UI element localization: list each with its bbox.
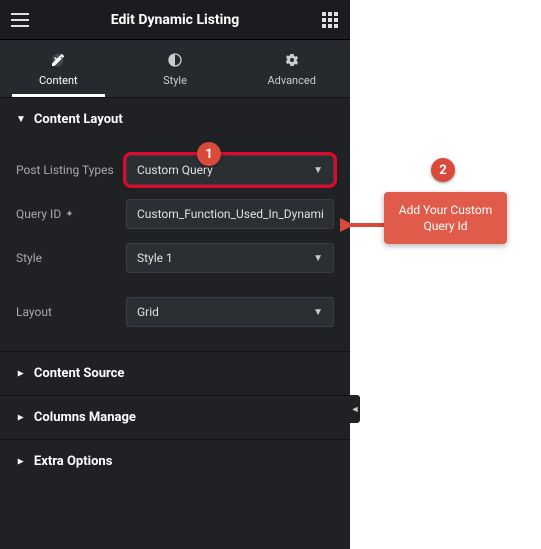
annotation-arrow	[340, 213, 390, 237]
tab-advanced-label: Advanced	[267, 74, 315, 87]
menu-icon[interactable]	[10, 10, 30, 30]
input-query-id-wrapper	[126, 199, 334, 229]
label-post-listing-types: Post Listing Types	[16, 163, 126, 177]
section-content-layout-label: Content Layout	[34, 112, 123, 127]
chevron-down-icon: ▼	[16, 114, 26, 125]
label-style: Style	[16, 251, 126, 265]
select-layout[interactable]: Grid ▼	[126, 297, 334, 327]
section-extra-options[interactable]: ▼ Extra Options	[0, 439, 350, 483]
tab-content[interactable]: Content	[0, 40, 117, 97]
chevron-down-icon: ▼	[313, 165, 323, 176]
chevron-left-icon: ◄	[351, 404, 360, 415]
annotation-badge-2: 2	[431, 158, 455, 182]
section-content-layout[interactable]: ▼ Content Layout	[0, 97, 350, 141]
panel-collapse-handle[interactable]: ◄	[350, 395, 360, 423]
row-post-listing-types: Post Listing Types Custom Query ▼	[16, 155, 334, 185]
chevron-right-icon: ▼	[15, 457, 26, 467]
section-columns-manage-label: Columns Manage	[34, 410, 136, 425]
tab-style[interactable]: Style	[117, 40, 234, 97]
select-post-listing-types-value: Custom Query	[137, 163, 213, 177]
chevron-down-icon: ▼	[313, 253, 323, 264]
tab-content-label: Content	[39, 74, 78, 87]
select-layout-value: Grid	[137, 305, 159, 319]
select-post-listing-types[interactable]: Custom Query ▼	[126, 155, 334, 185]
chevron-right-icon: ▼	[15, 369, 26, 379]
label-layout: Layout	[16, 305, 126, 319]
select-style[interactable]: Style 1 ▼	[126, 243, 334, 273]
select-style-value: Style 1	[137, 251, 173, 265]
dynamic-icon[interactable]: ✦	[65, 209, 73, 220]
label-query-id: Query ID ✦	[16, 207, 126, 221]
annotation-callout: Add Your Custom Query Id	[384, 192, 507, 244]
tabs: Content Style Advanced	[0, 40, 350, 97]
section-content-layout-body: Post Listing Types Custom Query ▼ Query …	[0, 141, 350, 351]
section-content-source[interactable]: ▼ Content Source	[0, 351, 350, 395]
chevron-right-icon: ▼	[15, 413, 26, 423]
section-extra-options-label: Extra Options	[34, 454, 112, 469]
row-layout: Layout Grid ▼	[16, 297, 334, 327]
section-columns-manage[interactable]: ▼ Columns Manage	[0, 395, 350, 439]
chevron-down-icon: ▼	[313, 307, 323, 318]
row-style: Style Style 1 ▼	[16, 243, 334, 273]
row-query-id: Query ID ✦	[16, 199, 334, 229]
label-query-id-text: Query ID	[16, 207, 61, 221]
input-query-id[interactable]	[137, 207, 323, 221]
tab-advanced[interactable]: Advanced	[233, 40, 350, 97]
section-content-source-label: Content Source	[34, 366, 125, 381]
apps-icon[interactable]	[320, 10, 340, 30]
editor-panel: Edit Dynamic Listing Content Style	[0, 0, 350, 549]
topbar: Edit Dynamic Listing	[0, 0, 350, 40]
tab-style-label: Style	[163, 74, 187, 87]
annotation-badge-1: 1	[197, 142, 221, 166]
panel-title: Edit Dynamic Listing	[111, 12, 239, 28]
